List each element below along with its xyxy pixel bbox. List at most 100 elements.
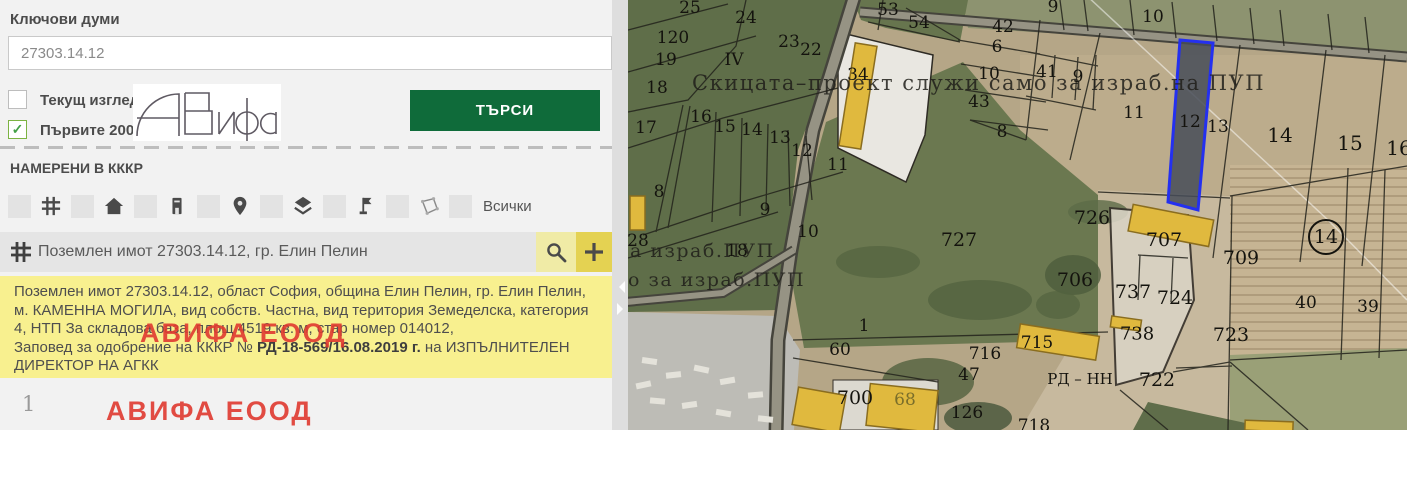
location-pin-icon — [229, 195, 251, 217]
pagination-page-1[interactable]: 1 — [22, 392, 35, 416]
parcel-label: 40 — [1295, 293, 1317, 313]
parcel-label: 22 — [800, 40, 822, 60]
parcel-label: IV — [725, 50, 744, 70]
parcel-label: 700 — [837, 387, 873, 409]
avifa-logo-watermark — [133, 84, 281, 141]
parcel-label: 34 — [847, 65, 869, 85]
parcel-label: 715 — [1021, 333, 1053, 353]
parcel-label: 24 — [735, 8, 757, 28]
parcel-label: 10 — [1142, 7, 1164, 27]
building-icon — [166, 195, 188, 217]
parcel-label: 16 — [690, 107, 712, 127]
first-200-checkbox[interactable]: ✓ — [8, 120, 27, 139]
parcel-label: 39 — [1357, 297, 1379, 317]
map-sheet-number: 14 — [1308, 219, 1344, 255]
parcel-label: 18 — [646, 78, 668, 98]
parcel-label: 12 — [791, 141, 813, 161]
filter-checkbox-grid[interactable] — [8, 195, 31, 218]
flag-icon — [355, 195, 377, 217]
parcel-label: 737 — [1115, 281, 1151, 303]
grid-icon — [10, 241, 32, 263]
filter-checkbox-layers[interactable] — [260, 195, 283, 218]
parcel-label: 54 — [908, 13, 930, 33]
current-view-checkbox[interactable] — [8, 90, 27, 109]
parcel-label: 14 — [741, 120, 763, 140]
parcel-label: 13 — [769, 128, 791, 148]
parcel-label: 25 — [679, 0, 701, 18]
layers-icon — [292, 195, 314, 217]
parcel-label: 14 — [1267, 123, 1292, 147]
cadastral-map-canvas[interactable]: Скицата–проект служи само за израб.на ПУ… — [628, 0, 1407, 430]
found-in-kkkr-header: НАМЕРЕНИ В КККР — [10, 160, 143, 176]
filter-checkbox-flag[interactable] — [323, 195, 346, 218]
parcel-label: 722 — [1139, 369, 1175, 391]
parcel-label: 60 — [829, 340, 851, 360]
parcel-label: 6 — [992, 37, 1003, 57]
parcel-label: 718 — [1018, 416, 1050, 430]
parcel-label: 126 — [951, 403, 983, 423]
result-title: Поземлен имот 27303.14.12, гр. Елин Пели… — [38, 243, 536, 261]
parcel-label: 17 — [635, 118, 657, 138]
parcel-label: 23 — [778, 32, 800, 52]
map-watermark-text: а израб.ПУП — [630, 240, 775, 262]
parcel-label: 10 — [978, 64, 1000, 84]
search-input[interactable] — [8, 36, 612, 70]
parcel-label: 18 — [726, 241, 748, 261]
avifa-logo-icon — [137, 93, 276, 141]
collapse-panel-arrow-icon[interactable] — [613, 281, 625, 293]
parcel-label: 1 — [859, 316, 870, 336]
parcel-label: 11 — [1123, 103, 1145, 123]
parcel-label: 8 — [997, 122, 1008, 142]
filter-checkbox-pin[interactable] — [197, 195, 220, 218]
parcel-label: 716 — [969, 344, 1001, 364]
panel-splitter[interactable] — [612, 0, 628, 430]
keywords-label: Ключови думи — [10, 11, 120, 28]
parcel-label: 12 — [1179, 112, 1201, 132]
parcel-label: 9 — [1073, 67, 1084, 87]
parcel-label: 9 — [760, 200, 771, 220]
map-label-layer: Скицата–проект служи само за израб.на ПУ… — [628, 0, 1407, 430]
grid-icon — [40, 195, 62, 217]
parcel-label: 8 — [654, 182, 665, 202]
parcel-label: 43 — [968, 92, 990, 112]
parcel-label: 41 — [1036, 62, 1058, 82]
filter-checkbox-all[interactable] — [449, 195, 472, 218]
search-button[interactable]: ТЪРСИ — [410, 90, 600, 131]
parcel-label: 9 — [1048, 0, 1059, 17]
parcel-label: 47 — [958, 365, 980, 385]
zoom-to-result-button[interactable] — [536, 232, 576, 272]
parcel-label: 15 — [1337, 131, 1362, 155]
parcel-label: 706 — [1057, 269, 1093, 291]
parcel-label: 16 — [1386, 136, 1407, 160]
parcel-label: 120 — [657, 28, 689, 48]
dashed-separator — [0, 146, 612, 149]
house-icon — [103, 195, 125, 217]
map-watermark-text: о за израб.ПУП — [628, 269, 805, 291]
parcel-label: 10 — [797, 222, 819, 242]
parcel-label: 11 — [827, 155, 849, 175]
company-watermark: АВИФА ЕООД — [140, 318, 347, 349]
parcel-label: РД – НН — [1047, 370, 1113, 388]
parcel-label: 707 — [1146, 229, 1182, 251]
filter-checkbox-polygon[interactable] — [386, 195, 409, 218]
search-panel: Ключови думи Текущ изглед ✓ Първите 200 … — [0, 0, 612, 430]
search-result-row[interactable]: Поземлен имот 27303.14.12, гр. Елин Пели… — [0, 232, 612, 272]
company-watermark: АВИФА ЕООД — [106, 396, 313, 427]
parcel-label: 68 — [894, 390, 916, 410]
parcel-label: 15 — [714, 117, 736, 137]
parcel-label: 28 — [628, 231, 649, 251]
filter-all-label: Всички — [483, 198, 532, 215]
parcel-label: 727 — [941, 229, 977, 251]
add-result-button[interactable] — [576, 232, 612, 272]
parcel-label: 738 — [1120, 324, 1154, 345]
parcel-label: 724 — [1157, 287, 1193, 309]
polygon-icon — [418, 195, 440, 217]
current-view-label: Текущ изглед — [40, 92, 139, 109]
parcel-label: 723 — [1213, 324, 1249, 346]
filter-checkbox-house[interactable] — [71, 195, 94, 218]
parcel-label: 42 — [992, 17, 1014, 37]
filter-checkbox-building[interactable] — [134, 195, 157, 218]
parcel-label: 53 — [877, 0, 899, 20]
parcel-label: 19 — [655, 50, 677, 70]
parcel-label: 726 — [1074, 207, 1110, 229]
